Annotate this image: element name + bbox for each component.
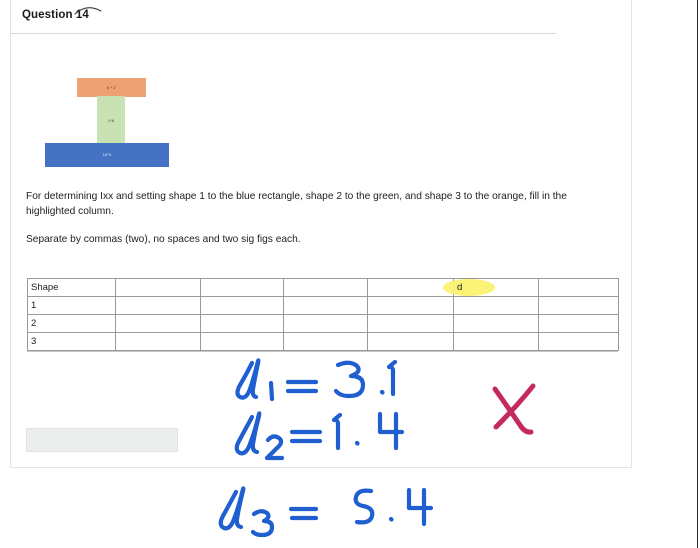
table-cell-r2-d[interactable]	[453, 314, 539, 333]
handwritten-arc-mark	[74, 7, 102, 15]
table-cell-r3c5[interactable]	[367, 332, 454, 351]
table-cell-r1c5[interactable]	[367, 296, 454, 315]
table-cell-r1-d[interactable]	[453, 296, 539, 315]
shape-property-table-wrapper: Shape d 1 2 3	[27, 278, 619, 352]
question-page: Question 14 6 * 2 1*6 12*3 For determini…	[0, 0, 700, 548]
composite-beam-figure: 6 * 2 1*6 12*3	[20, 55, 320, 180]
table-cell-r1c4[interactable]	[283, 296, 368, 315]
table-header-cell-4	[283, 278, 368, 297]
figure-shape-green: 1*6	[97, 96, 125, 145]
figure-shape-orange: 6 * 2	[77, 78, 146, 97]
table-cell-shape-2: 2	[27, 314, 116, 333]
table-header-cell-d-highlighted: d	[443, 278, 539, 297]
table-cell-shape-3: 3	[27, 332, 116, 351]
table-header-cell-2	[115, 278, 201, 297]
figure-shape-blue: 12*3	[45, 143, 169, 167]
table-header-row: Shape d	[27, 278, 619, 297]
table-cell-r1c2[interactable]	[115, 296, 201, 315]
table-cell-r3c7[interactable]	[538, 332, 619, 351]
table-cell-r2c4[interactable]	[283, 314, 368, 333]
table-cell-r3c4[interactable]	[283, 332, 368, 351]
table-row: 2	[27, 314, 619, 333]
table-cell-r3-d[interactable]	[453, 332, 539, 351]
table-cell-r3c3[interactable]	[200, 332, 284, 351]
table-cell-r2c2[interactable]	[115, 314, 201, 333]
shape-property-table: Shape d 1 2 3	[27, 278, 619, 351]
table-header-cell-shape: Shape	[27, 278, 116, 297]
table-cell-shape-1: 1	[27, 296, 116, 315]
table-header-cell-7	[538, 278, 619, 297]
table-bottom-edge	[27, 351, 618, 352]
table-cell-r2c5[interactable]	[367, 314, 454, 333]
question-header: Question 14	[11, 4, 571, 34]
yellow-highlight-marker	[443, 279, 495, 296]
ink-d3	[218, 486, 434, 538]
answer-input[interactable]	[26, 428, 178, 452]
table-header-cell-3	[200, 278, 284, 297]
table-row: 3	[27, 332, 619, 351]
table-header-cell-5	[367, 278, 454, 297]
table-cell-r2c3[interactable]	[200, 314, 284, 333]
header-divider	[11, 33, 556, 34]
table-row: 1	[27, 296, 619, 315]
table-cell-r1c3[interactable]	[200, 296, 284, 315]
table-cell-r3c2[interactable]	[115, 332, 201, 351]
page-right-edge	[697, 0, 698, 548]
instruction-paragraph-2: Separate by commas (two), no spaces and …	[26, 234, 301, 245]
instruction-paragraph-1: For determining Ixx and setting shape 1 …	[26, 191, 567, 217]
table-cell-r1c7[interactable]	[538, 296, 619, 315]
table-cell-r2c7[interactable]	[538, 314, 619, 333]
question-prose: For determining Ixx and setting shape 1 …	[26, 190, 611, 248]
